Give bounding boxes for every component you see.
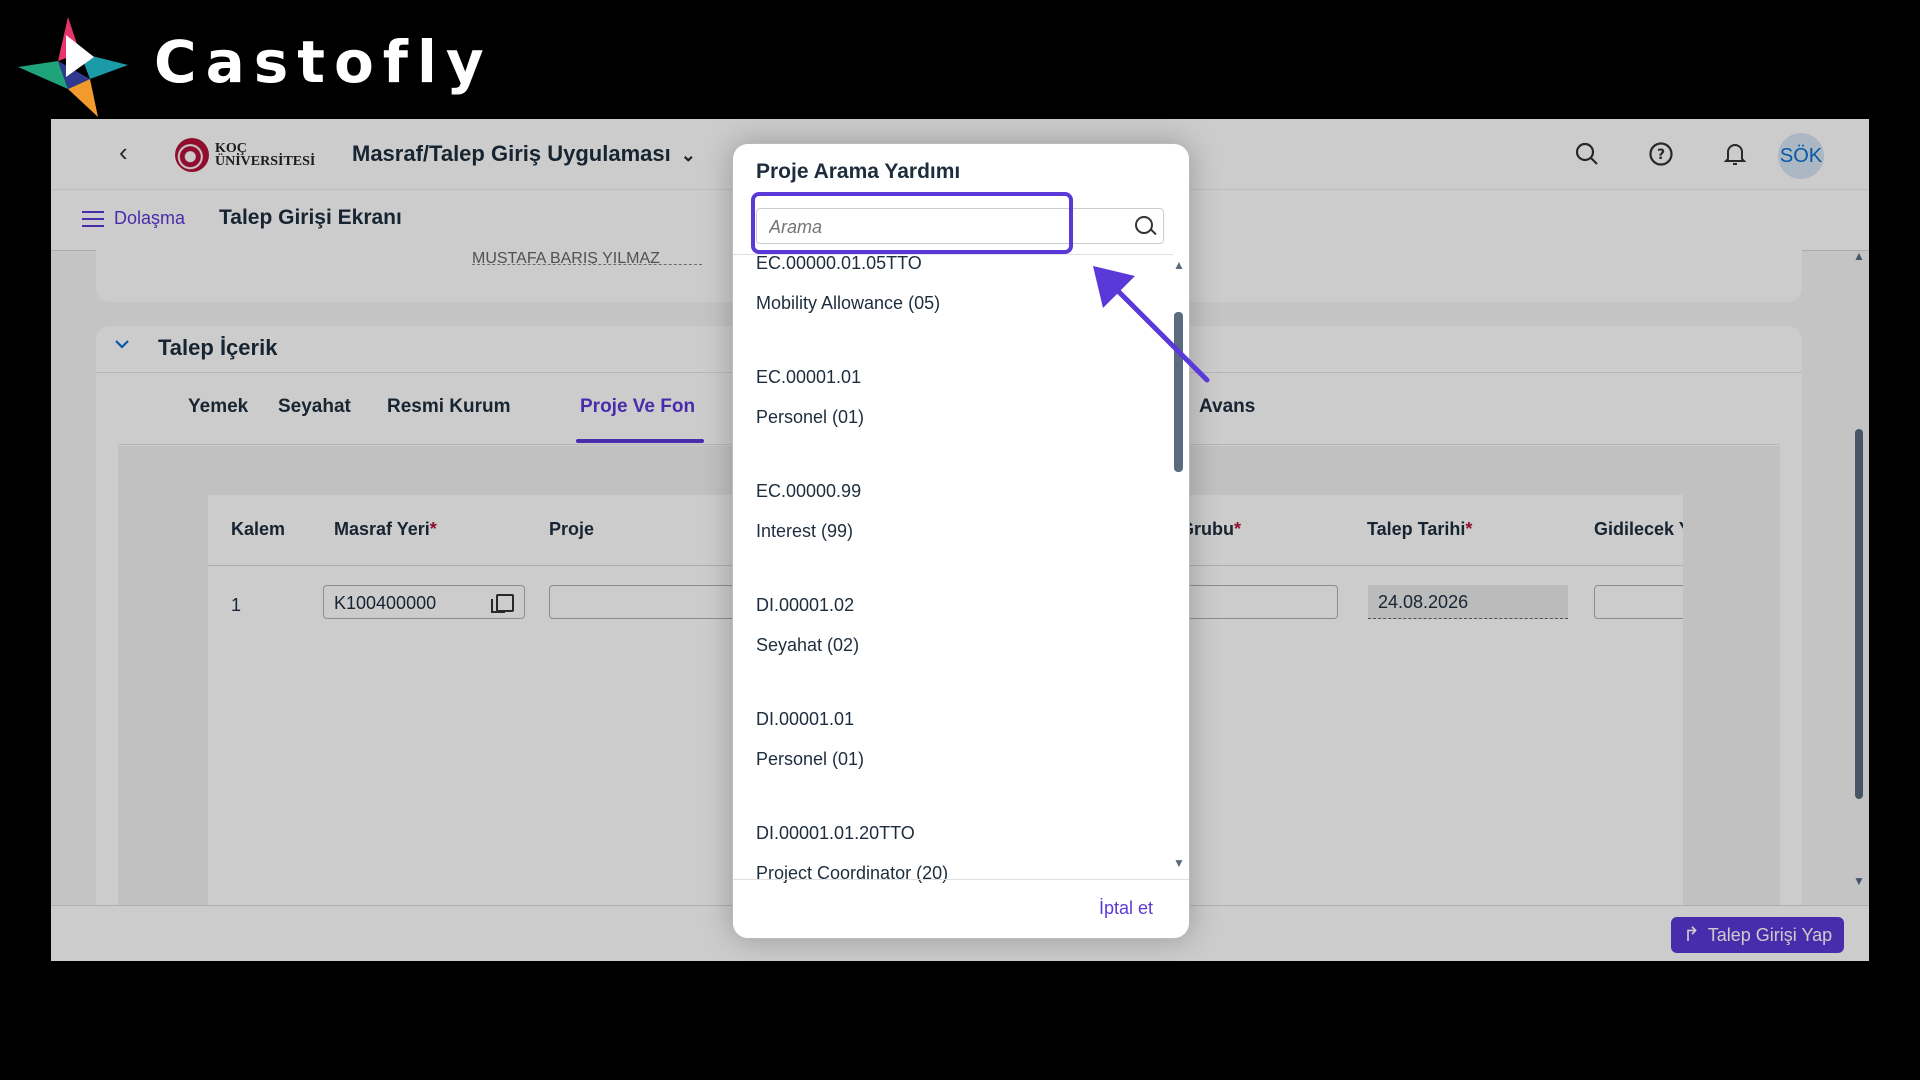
castofly-wordmark: Castofly — [154, 28, 493, 96]
list-item[interactable]: DI.00001.01 Personel (01) — [756, 699, 948, 813]
dialog-footer: İptal et — [733, 879, 1189, 938]
list-item[interactable]: EC.00000.01.05TTO Mobility Allowance (05… — [756, 254, 948, 357]
scroll-down-icon[interactable]: ▼ — [1173, 856, 1185, 870]
castofly-logo-icon — [18, 17, 128, 117]
project-name: Seyahat (02) — [756, 635, 860, 655]
project-code: EC.00001.01 — [756, 367, 862, 387]
tutorial-highlight-box — [751, 192, 1073, 254]
list-item[interactable]: EC.00001.01 Personel (01) — [756, 357, 948, 471]
project-name: Interest (99) — [756, 521, 854, 541]
cancel-button[interactable]: İptal et — [1099, 898, 1153, 919]
list-item[interactable]: EC.00000.99 Interest (99) — [756, 471, 948, 585]
project-name: Personel (01) — [756, 749, 865, 769]
castofly-logo: Castofly — [18, 17, 493, 126]
project-name: Personel (01) — [756, 407, 865, 427]
project-code: EC.00000.01.05TTO — [756, 254, 922, 273]
project-code: EC.00000.99 — [756, 481, 862, 501]
project-name: Mobility Allowance (05) — [756, 293, 941, 313]
tutorial-arrow-icon — [1093, 266, 1210, 383]
project-code: DI.00001.02 — [756, 595, 855, 615]
project-code: DI.00001.01.20TTO — [756, 823, 915, 843]
list-item[interactable]: DI.00001.02 Seyahat (02) — [756, 585, 948, 699]
project-code: DI.00001.01 — [756, 709, 855, 729]
dialog-title: Proje Arama Yardımı — [756, 160, 961, 183]
search-icon[interactable] — [1135, 216, 1153, 234]
list-item[interactable]: DI.00001.01.20TTO Project Coordinator (2… — [756, 813, 948, 885]
